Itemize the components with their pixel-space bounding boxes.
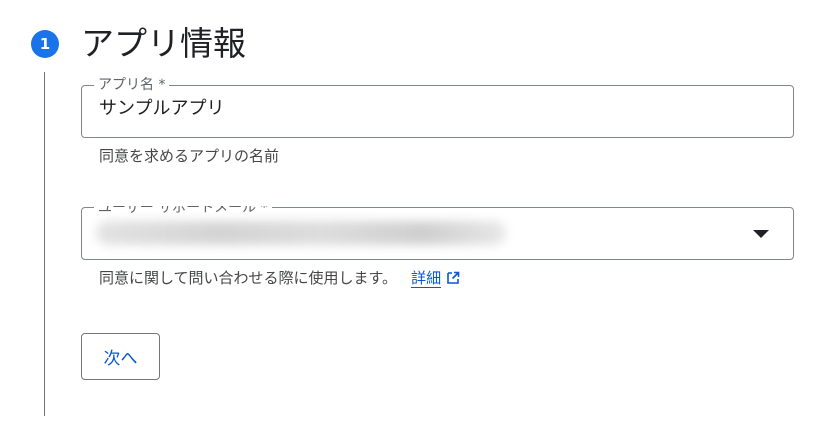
support-email-select[interactable]: ユーザー サポートメール * — [81, 206, 794, 260]
next-button[interactable]: 次へ — [81, 333, 160, 380]
details-link[interactable]: 詳細 — [411, 269, 442, 288]
step-number-badge: 1 — [31, 30, 59, 58]
app-name-label: アプリ名 * — [94, 76, 170, 94]
step-progress-line — [44, 72, 45, 416]
step-title: アプリ情報 — [81, 24, 246, 63]
step-header: 1 アプリ情報 — [31, 22, 246, 66]
app-name-helper: 同意を求めるアプリの名前 — [99, 147, 280, 165]
caret-down-icon[interactable] — [753, 230, 769, 238]
app-name-field[interactable]: アプリ名 * サンプルアプリ — [81, 76, 794, 138]
open-in-new-icon[interactable] — [445, 270, 461, 286]
support-email-value-obscured — [96, 221, 506, 245]
app-name-value[interactable]: サンプルアプリ — [99, 96, 224, 122]
support-email-helper: 同意に関して問い合わせる際に使用します。 詳細 — [99, 268, 461, 288]
support-email-label: ユーザー サポートメール * — [94, 206, 272, 215]
app-info-step: 1 アプリ情報 アプリ名 * サンプルアプリ 同意を求めるアプリの名前 ユーザー… — [0, 0, 832, 426]
support-email-helper-text: 同意に関して問い合わせる際に使用します。 — [99, 269, 398, 287]
